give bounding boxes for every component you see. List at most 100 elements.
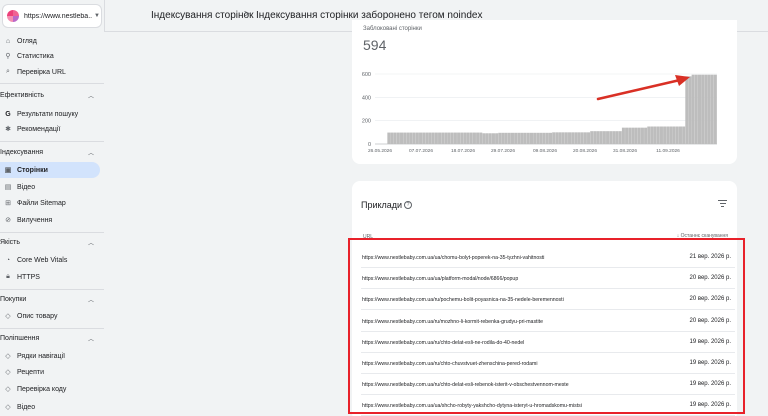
x-tick-label: 11.09.2026 bbox=[656, 148, 680, 154]
sidebar-item-search-results[interactable]: G Результати пошуку bbox=[0, 106, 100, 122]
chart-bar bbox=[425, 132, 429, 144]
chart-bar bbox=[409, 132, 413, 144]
sidebar-item-statistics[interactable]: ⚲ Статистика bbox=[0, 48, 100, 64]
sidebar-item-pages[interactable]: ▣ Сторінки bbox=[0, 162, 100, 178]
x-tick-label: 31.08.2026 bbox=[613, 148, 637, 154]
property-name: https://www.nestleba... bbox=[24, 12, 92, 20]
chart-bar bbox=[533, 132, 537, 144]
chart-bar bbox=[390, 132, 394, 144]
chart-bar bbox=[491, 133, 495, 144]
chart-bar bbox=[602, 131, 606, 144]
breadcrumb-parent[interactable]: Індексування сторінок bbox=[151, 10, 253, 21]
chart-bar bbox=[653, 126, 657, 144]
section-title: Покупки bbox=[0, 296, 27, 303]
divider bbox=[0, 141, 104, 142]
sidebar-item-review-snippets[interactable]: ◇ Перевірка коду bbox=[0, 381, 100, 397]
chart-bar bbox=[447, 132, 451, 144]
sidebar-item-https[interactable]: 🔒︎ HTTPS bbox=[0, 269, 100, 285]
chart-bar bbox=[688, 76, 692, 144]
divider bbox=[0, 328, 104, 329]
chart-bar bbox=[621, 127, 625, 144]
section-title: Індексування bbox=[0, 149, 43, 156]
chart-bar bbox=[669, 126, 673, 144]
chart-bar bbox=[694, 74, 698, 144]
sidebar-item-recommendations[interactable]: ✱ Рекомендації bbox=[0, 121, 100, 137]
chart-bar bbox=[412, 132, 416, 144]
chart-bar bbox=[422, 132, 426, 144]
sidebar-item-label: Рецепти bbox=[17, 368, 44, 376]
gauge-icon: ◔ bbox=[5, 256, 11, 264]
section-indexing-toggle[interactable]: Індексування ︿ bbox=[0, 148, 100, 157]
chart-bar bbox=[618, 131, 622, 144]
chart-bar bbox=[403, 132, 407, 144]
chart-bar bbox=[498, 132, 502, 144]
chart-bar bbox=[672, 126, 676, 144]
chart-bar bbox=[675, 126, 679, 144]
sidebar-item-label: Огляд bbox=[17, 37, 37, 45]
sidebar-item-removals[interactable]: ⊘ Вилучення bbox=[0, 212, 100, 228]
sidebar-item-label: Відео bbox=[17, 403, 36, 411]
sidebar-item-core-web-vitals[interactable]: ◔ Core Web Vitals bbox=[0, 252, 100, 268]
removal-icon: ⊘ bbox=[5, 217, 11, 224]
help-icon[interactable]: ? bbox=[404, 201, 412, 209]
sidebar-item-recipes[interactable]: ◇ Рецепти bbox=[0, 364, 100, 380]
chart-bar bbox=[656, 126, 660, 144]
google-icon: G bbox=[5, 110, 11, 118]
chart-bar bbox=[520, 132, 524, 144]
chart-bar bbox=[485, 133, 489, 144]
sidebar-item-label: Сторінки bbox=[17, 166, 48, 174]
section-enhancements-toggle[interactable]: Поліпшення ︿ bbox=[0, 334, 100, 343]
sidebar: https://www.nestleba... ▼ ⌂ Огляд ⚲ Стат… bbox=[0, 0, 104, 416]
divider bbox=[0, 83, 104, 84]
chart-bar bbox=[507, 132, 511, 144]
sidebar-item-label: Результати пошуку bbox=[17, 110, 79, 118]
section-title: Поліпшення bbox=[0, 335, 40, 342]
chart-bar bbox=[713, 74, 717, 144]
chart-bar bbox=[561, 132, 565, 144]
chart-bar bbox=[415, 132, 419, 144]
divider bbox=[0, 289, 104, 290]
sidebar-item-breadcrumbs[interactable]: ◇ Рядки навігації bbox=[0, 348, 100, 364]
chart-bar bbox=[599, 131, 603, 144]
layers-icon: ◇ bbox=[5, 404, 11, 411]
chart-bar bbox=[472, 132, 476, 144]
sidebar-item-sitemaps[interactable]: ⊞ Файли Sitemap bbox=[0, 195, 100, 211]
chart-bar bbox=[428, 132, 432, 144]
chart-bar bbox=[634, 127, 638, 144]
sidebar-item-label: Відео bbox=[17, 183, 36, 191]
chart-bar bbox=[637, 127, 641, 144]
chart-bar bbox=[701, 74, 705, 144]
sidebar-item-product-snippets[interactable]: ◇ Опис товару bbox=[0, 308, 100, 324]
section-quality-toggle[interactable]: Якість ︿ bbox=[0, 238, 100, 247]
chart-bar bbox=[691, 74, 695, 144]
sidebar-item-url-inspection[interactable]: ⌕ Перевірка URL bbox=[0, 64, 100, 80]
section-shopping-toggle[interactable]: Покупки ︿ bbox=[0, 295, 100, 304]
chart-bar bbox=[504, 132, 508, 144]
x-tick-label: 09.08.2026 bbox=[533, 148, 557, 154]
section-title: Якість bbox=[0, 239, 21, 246]
chart-bar bbox=[685, 76, 689, 144]
section-performance-toggle[interactable]: Ефективність ︿ bbox=[0, 91, 100, 100]
chart-bar bbox=[574, 132, 578, 144]
chart-bar bbox=[466, 132, 470, 144]
chart-bar bbox=[571, 132, 575, 144]
chart-bar bbox=[647, 126, 651, 144]
sidebar-item-video[interactable]: ▤ Відео bbox=[0, 179, 100, 195]
filter-icon[interactable] bbox=[718, 200, 727, 209]
property-selector[interactable]: https://www.nestleba... ▼ bbox=[2, 4, 102, 28]
home-icon: ⌂ bbox=[5, 37, 11, 45]
chart-bar bbox=[542, 132, 546, 144]
chart-bar bbox=[609, 131, 613, 144]
sidebar-item-label: Core Web Vitals bbox=[17, 256, 68, 264]
sidebar-item-videos-enhancement[interactable]: ◇ Відео bbox=[0, 399, 100, 415]
chart-bar bbox=[514, 132, 518, 144]
sidebar-item-overview[interactable]: ⌂ Огляд bbox=[0, 33, 100, 49]
chart-bar bbox=[510, 132, 514, 144]
chart-bar bbox=[666, 126, 670, 144]
chart-bar bbox=[400, 132, 404, 144]
chart-bar bbox=[583, 132, 587, 144]
blocked-pages-chart: 0 200 400 600 26.05.2026 07.07.2026 18.07.2026… bbox=[362, 72, 717, 154]
sidebar-item-label: Статистика bbox=[17, 52, 54, 60]
x-tick-label: 29.07.2026 bbox=[491, 148, 515, 154]
x-tick-label: 07.07.2026 bbox=[409, 148, 433, 154]
